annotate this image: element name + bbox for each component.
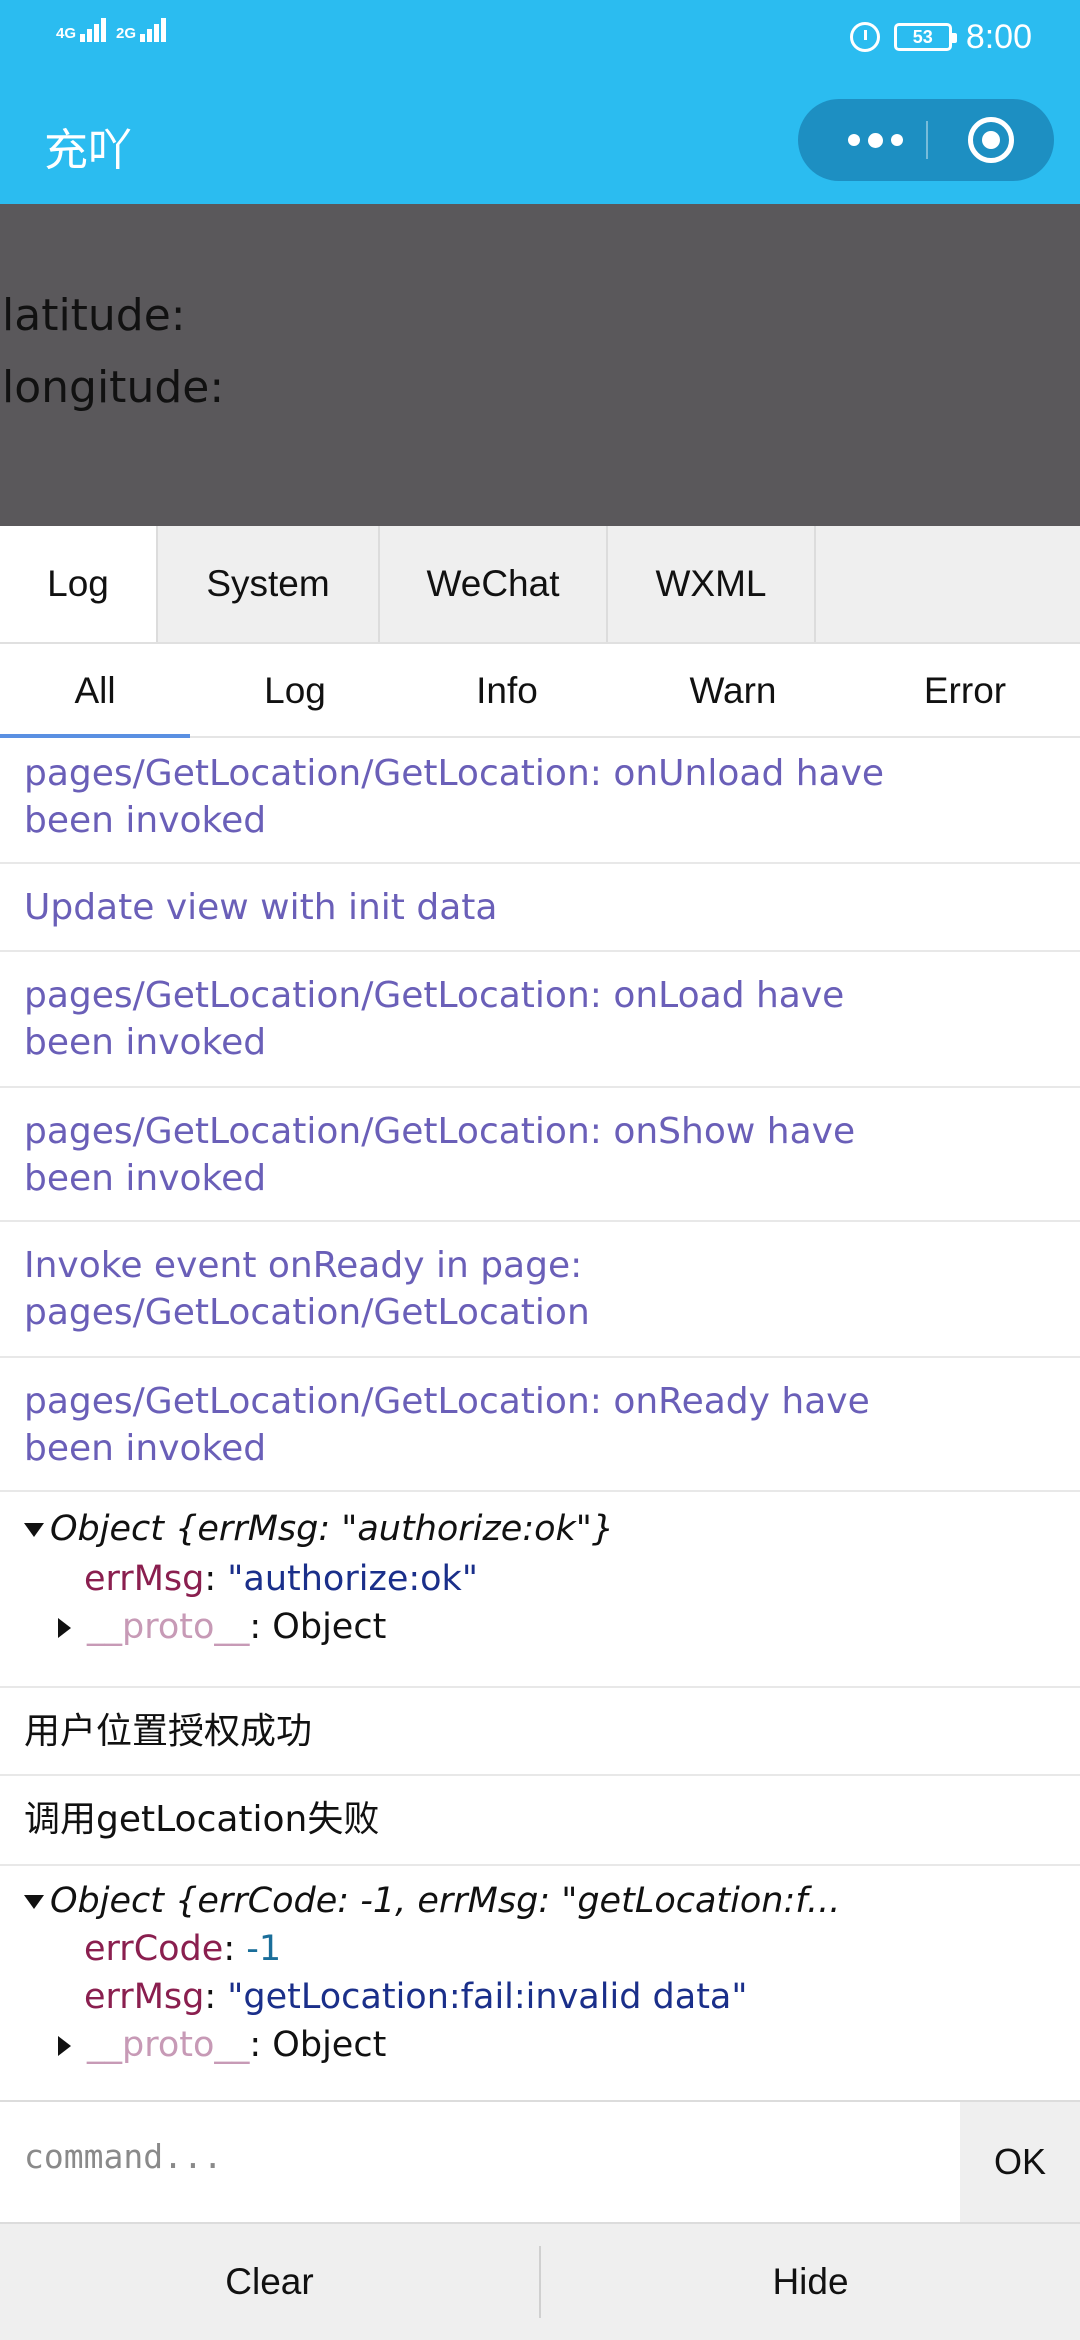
log-text: pages/GetLocation/GetLocation: onUnload … [24, 753, 885, 794]
log-text: Update view with init data [24, 887, 498, 928]
log-list[interactable]: pages/GetLocation/GetLocation: onUnload … [0, 738, 1080, 2100]
log-text: Invoke event onReady in page: [24, 1245, 583, 1286]
log-text: pages/GetLocation/GetLocation: onReady h… [24, 1381, 870, 1422]
tab-system[interactable]: System [158, 526, 380, 642]
dot-icon [867, 132, 883, 148]
clock-time: 8:00 [965, 17, 1032, 56]
object-property: errCode: -1 [84, 1929, 282, 1969]
proto-key: __proto__ [87, 2025, 250, 2065]
tab-log[interactable]: Log [0, 526, 158, 642]
dot-icon [847, 134, 860, 146]
alarm-icon [849, 22, 880, 52]
close-miniprogram-button[interactable] [968, 117, 1014, 163]
status-bar: 4G 2G 53 8:00 [0, 0, 1080, 74]
battery-level: 53 [912, 26, 933, 47]
log-text: been invoked [24, 800, 267, 841]
log-item: Invoke event onReady in page: pages/GetL… [0, 1222, 1080, 1358]
log-text: been invoked [24, 1022, 267, 1063]
log-text: 用户位置授权成功 [24, 1711, 313, 1752]
proto-value: : Object [249, 2025, 387, 2065]
caret-down-icon [24, 1895, 44, 1909]
log-item-object: Object {errMsg: "authorize:ok"} errMsg: … [0, 1492, 1080, 1688]
signal-1-label: 4G [56, 25, 77, 42]
page-title: 充吖 [44, 125, 132, 176]
signal-indicator-1: 4G [56, 18, 108, 42]
more-menu-button[interactable] [830, 99, 920, 181]
proto-row[interactable]: __proto__: Object [58, 2022, 386, 2069]
caret-right-icon [58, 1618, 71, 1638]
property-value: "getLocation:fail:invalid data" [227, 1977, 748, 2017]
tab-wechat[interactable]: WeChat [380, 526, 608, 642]
log-text: pages/GetLocation/GetLocation: onShow ha… [24, 1111, 856, 1152]
battery-icon: 53 [893, 23, 957, 51]
log-filter-tabs: All Log Info Warn Error [0, 644, 1080, 738]
log-item: Update view with init data [0, 864, 1080, 952]
dot-icon [890, 134, 903, 146]
log-item: 用户位置授权成功 [0, 1688, 1080, 1776]
proto-key: __proto__ [87, 1607, 250, 1647]
tab-wxml[interactable]: WXML [608, 526, 816, 642]
proto-row[interactable]: __proto__: Object [58, 1604, 386, 1651]
object-property: errMsg: "authorize:ok" [84, 1559, 478, 1599]
nav-bar: 充吖 [0, 74, 1080, 204]
log-item: 调用getLocation失败 [0, 1776, 1080, 1866]
capsule-divider [926, 121, 928, 159]
property-key: errMsg [84, 1977, 205, 2017]
log-text: pages/GetLocation/GetLocation [24, 1292, 590, 1333]
signal-bars-icon [80, 18, 108, 42]
caret-right-icon [58, 2036, 71, 2056]
log-text: 调用getLocation失败 [24, 1799, 380, 1840]
filter-log[interactable]: Log [200, 644, 390, 738]
log-item-object: Object {errCode: -1, errMsg: "getLocatio… [0, 1866, 1080, 2100]
log-text: been invoked [24, 1428, 267, 1469]
log-text: been invoked [24, 1158, 267, 1199]
filter-error[interactable]: Error [870, 644, 1060, 738]
latitude-label: latitude: [2, 290, 186, 341]
status-right-group: 53 8:00 [849, 16, 1032, 58]
console-panel-tabs: Log System WeChat WXML [0, 526, 1080, 644]
property-value: -1 [246, 1929, 282, 1969]
signal-2-label: 2G [116, 25, 137, 42]
signal-bars-icon [140, 18, 168, 42]
caret-down-icon [24, 1523, 44, 1537]
object-property: errMsg: "getLocation:fail:invalid data" [84, 1977, 748, 2017]
log-item: pages/GetLocation/GetLocation: onLoad ha… [0, 952, 1080, 1088]
object-summary-row[interactable]: Object {errMsg: "authorize:ok"} [24, 1506, 614, 1553]
filter-info[interactable]: Info [412, 644, 602, 738]
log-item: pages/GetLocation/GetLocation: onShow ha… [0, 1088, 1080, 1222]
object-summary: Object {errMsg: "authorize:ok"} [50, 1509, 615, 1549]
clear-button[interactable]: Clear [0, 2224, 539, 2340]
object-summary: Object {errCode: -1, errMsg: "getLocatio… [50, 1881, 841, 1921]
hide-button[interactable]: Hide [541, 2224, 1080, 2340]
command-bar: OK [0, 2100, 1080, 2222]
bottom-action-bar: Clear Hide [0, 2222, 1080, 2340]
filter-warn[interactable]: Warn [638, 644, 828, 738]
page-content: latitude: longitude: [0, 204, 1080, 526]
proto-value: : Object [249, 1607, 387, 1647]
property-value: "authorize:ok" [227, 1559, 478, 1599]
log-item: pages/GetLocation/GetLocation: onReady h… [0, 1358, 1080, 1492]
signal-indicator-2: 2G [116, 18, 168, 42]
miniprogram-capsule [798, 99, 1054, 181]
log-item: pages/GetLocation/GetLocation: onUnload … [0, 738, 1080, 864]
object-summary-row[interactable]: Object {errCode: -1, errMsg: "getLocatio… [24, 1878, 840, 1925]
longitude-label: longitude: [2, 362, 225, 413]
filter-all[interactable]: All [0, 644, 190, 738]
log-text: pages/GetLocation/GetLocation: onLoad ha… [24, 975, 845, 1016]
property-key: errMsg [84, 1559, 205, 1599]
command-input[interactable] [24, 2128, 944, 2184]
property-key: errCode [84, 1929, 224, 1969]
ok-button[interactable]: OK [960, 2102, 1080, 2222]
